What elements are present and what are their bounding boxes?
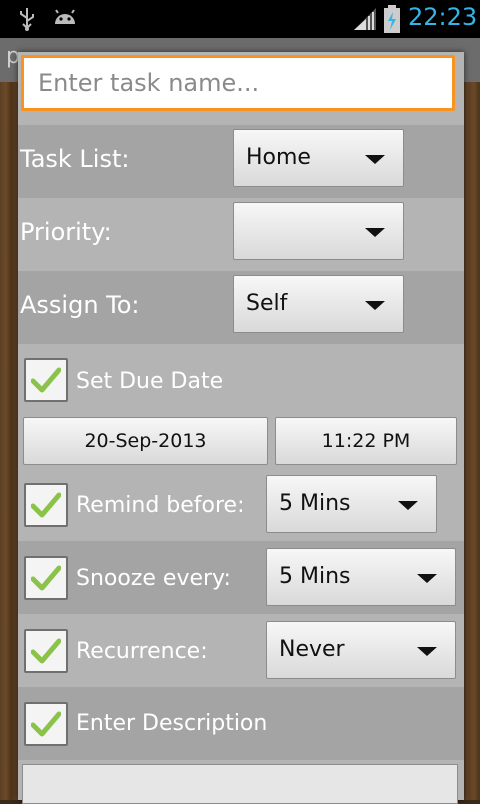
remind-before-label: Remind before: — [76, 493, 245, 518]
checkmark-icon — [31, 565, 61, 591]
priority-row: Priority: — [18, 198, 464, 271]
assign-to-label: Assign To: — [20, 291, 140, 319]
dropdown-arrow-icon — [417, 574, 437, 583]
remind-before-spinner[interactable]: 5 Mins — [266, 475, 437, 533]
android-icon — [55, 9, 75, 24]
checkmark-icon — [31, 638, 61, 664]
status-clock: 22:23 — [408, 3, 478, 31]
description-row — [18, 760, 464, 804]
task-list-label: Task List: — [20, 145, 130, 173]
set-due-date-label: Set Due Date — [76, 369, 224, 394]
recurrence-checkbox[interactable] — [24, 629, 68, 673]
dropdown-arrow-icon — [365, 155, 385, 164]
recurrence-value: Never — [279, 637, 345, 662]
assign-to-row: Assign To: Self — [18, 271, 464, 344]
task-list-spinner[interactable]: Home — [233, 129, 404, 187]
task-name-input[interactable] — [21, 55, 455, 111]
description-field[interactable] — [22, 764, 458, 804]
battery-charging-icon — [384, 5, 400, 33]
signal-icon — [354, 8, 376, 30]
due-time-button[interactable]: 11:22 PM — [275, 417, 457, 465]
enter-description-checkbox[interactable] — [24, 702, 68, 746]
priority-spinner[interactable] — [233, 202, 404, 260]
dropdown-arrow-icon — [417, 647, 437, 656]
dropdown-arrow-icon — [365, 301, 385, 310]
recurrence-spinner[interactable]: Never — [266, 621, 456, 679]
snooze-every-label: Snooze every: — [76, 566, 231, 591]
due-date-row: 20-Sep-2013 11:22 PM — [18, 416, 464, 468]
add-task-dialog: Task List: Home Priority: Assign To: Sel… — [18, 52, 464, 804]
checkmark-icon — [31, 492, 61, 518]
dropdown-arrow-icon — [365, 228, 385, 237]
status-bar: 22:23 — [0, 0, 480, 38]
snooze-every-checkbox[interactable] — [24, 556, 68, 600]
due-date-button[interactable]: 20-Sep-2013 — [23, 417, 268, 465]
task-list-row: Task List: Home — [18, 125, 464, 198]
priority-label: Priority: — [20, 218, 112, 246]
set-due-date-row: Set Due Date — [18, 344, 464, 416]
assign-to-value: Self — [246, 291, 288, 316]
remind-before-row: Remind before: 5 Mins — [18, 468, 464, 541]
checkmark-icon — [31, 711, 61, 737]
recurrence-label: Recurrence: — [76, 639, 208, 664]
usb-icon — [20, 8, 34, 31]
snooze-every-spinner[interactable]: 5 Mins — [266, 548, 456, 606]
recurrence-row: Recurrence: Never — [18, 614, 464, 687]
remind-before-value: 5 Mins — [279, 491, 351, 516]
enter-description-row: Enter Description — [18, 687, 464, 760]
assign-to-spinner[interactable]: Self — [233, 275, 404, 333]
task-list-value: Home — [246, 145, 311, 170]
enter-description-label: Enter Description — [76, 711, 268, 736]
dropdown-arrow-icon — [398, 501, 418, 510]
snooze-every-value: 5 Mins — [279, 564, 351, 589]
set-due-date-checkbox[interactable] — [24, 358, 68, 402]
remind-before-checkbox[interactable] — [24, 483, 68, 527]
snooze-every-row: Snooze every: 5 Mins — [18, 541, 464, 614]
checkmark-icon — [31, 367, 61, 393]
